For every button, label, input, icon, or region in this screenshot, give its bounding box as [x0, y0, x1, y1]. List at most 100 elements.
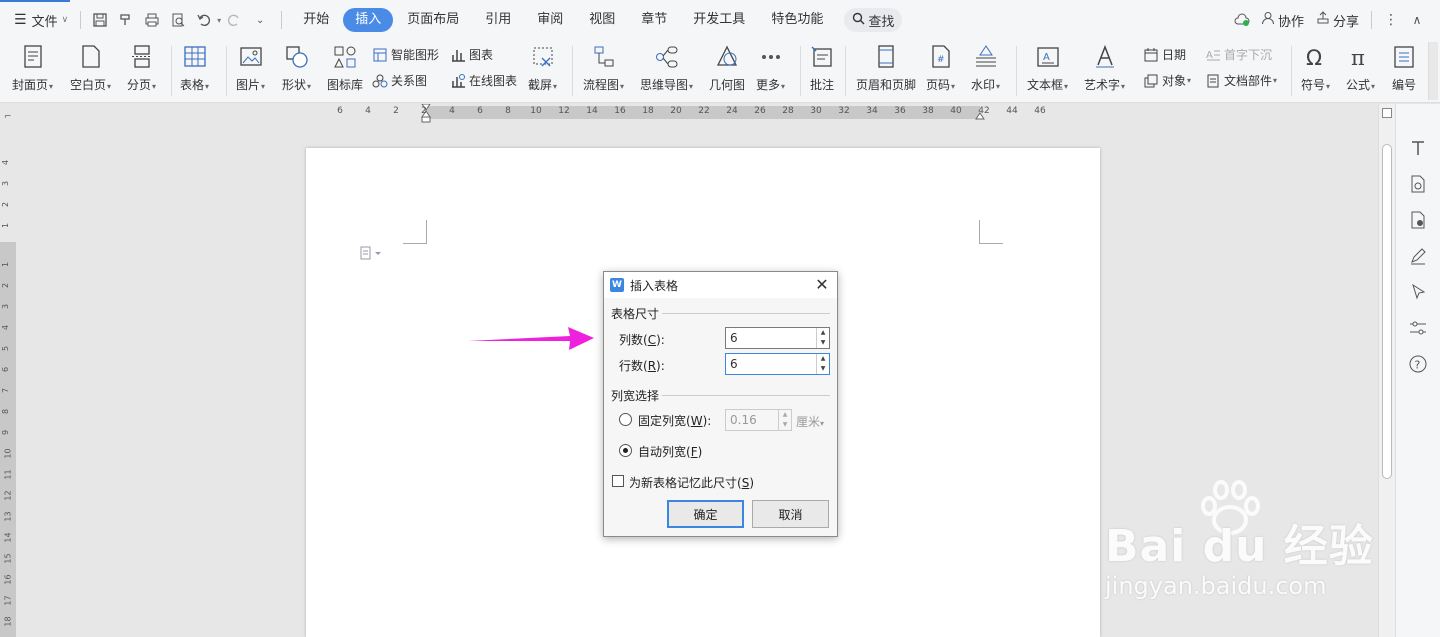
chart-button[interactable]: 图表: [450, 46, 493, 63]
format-painter-icon[interactable]: [117, 11, 135, 29]
share-button[interactable]: 分享: [1310, 0, 1365, 40]
customize-chevron-icon[interactable]: ⌄: [251, 11, 269, 29]
symbol-button[interactable]: Ω 符号▾: [1301, 40, 1330, 93]
pointer-icon[interactable]: [1408, 282, 1428, 302]
fixed-width-spinner[interactable]: ▲▼: [725, 409, 792, 431]
cancel-button[interactable]: 取消: [752, 500, 829, 528]
cloud-sync-icon[interactable]: [1233, 11, 1251, 29]
spin-down-icon[interactable]: ▼: [817, 338, 829, 348]
comment-button[interactable]: 批注: [809, 40, 835, 93]
tab-special[interactable]: 特色功能: [759, 8, 835, 32]
page-break-button[interactable]: 分页▾: [127, 40, 156, 93]
screenshot-button[interactable]: 截屏▾: [528, 40, 557, 93]
save-icon[interactable]: [91, 11, 109, 29]
tab-review[interactable]: 审阅: [525, 8, 575, 32]
tab-insert[interactable]: 插入: [343, 8, 394, 32]
scrollbar-thumb[interactable]: [1382, 144, 1392, 479]
online-chart-button[interactable]: 在线图表: [450, 72, 517, 89]
formula-button[interactable]: π 公式▾: [1346, 40, 1375, 93]
omega-icon: Ω: [1306, 46, 1322, 70]
vertical-ruler[interactable]: 4 3 2 1 1 2 3 4 5 6 7 8 9 10 11 12 13 14 15 16 17 18: [0, 104, 16, 637]
ribbon-scroll-track[interactable]: [1428, 42, 1438, 100]
fixed-width-radio[interactable]: [619, 413, 632, 426]
wordart-button[interactable]: 艺术字▾: [1084, 40, 1125, 93]
calendar-icon: [1144, 47, 1158, 61]
divider: [281, 11, 283, 29]
collab-button[interactable]: 协作: [1255, 0, 1310, 40]
more-button[interactable]: 更多▾: [756, 40, 785, 93]
flowchart-button[interactable]: 流程图▾: [583, 40, 624, 93]
smart-art-button[interactable]: 智能图形: [372, 46, 439, 63]
textbox-label: 文本框: [1027, 78, 1064, 92]
paragraph-layout-icon[interactable]: [360, 246, 384, 262]
width-group-label: 列宽选择: [611, 389, 660, 403]
document-settings-icon[interactable]: [1408, 210, 1428, 230]
more-vertical-icon[interactable]: ⋮: [1382, 11, 1400, 29]
spin-up-icon[interactable]: ▲: [817, 328, 829, 338]
dropcap-button[interactable]: A 首字下沉: [1205, 46, 1272, 63]
rows-spinner[interactable]: ▲▼: [725, 353, 830, 375]
relation-button[interactable]: 关系图: [372, 72, 427, 89]
print-preview-icon[interactable]: [169, 11, 187, 29]
fixed-width-label[interactable]: 固定列宽(W):: [638, 412, 711, 429]
icon-library-button[interactable]: 图标库: [327, 40, 363, 93]
dialog-title-bar[interactable]: W 插入表格 ✕: [604, 272, 837, 298]
object-button[interactable]: 对象 ▾: [1143, 72, 1191, 89]
scroll-top-button[interactable]: [1382, 108, 1392, 118]
comment-label: 批注: [809, 78, 834, 92]
help-icon[interactable]: ?: [1408, 354, 1428, 374]
undo-icon[interactable]: [195, 11, 213, 29]
tab-page-layout[interactable]: 页面布局: [395, 8, 471, 32]
unit-select[interactable]: 厘米▾: [796, 413, 824, 430]
blank-page-button[interactable]: 空白页▾: [70, 40, 111, 93]
horizontal-ruler[interactable]: 6 4 2 2 4 6 8 10 12 14 16 18 20 22 24 26 28 30 32 34 36 38 40 4…: [330, 104, 1085, 123]
geometry-button[interactable]: 几何图: [709, 40, 745, 93]
divider: [171, 46, 172, 96]
page-number-button[interactable]: # 页码▾: [926, 40, 955, 93]
header-footer-button[interactable]: 页眉和页脚: [856, 40, 916, 93]
cols-spinner[interactable]: ▲▼: [725, 327, 830, 349]
textbox-button[interactable]: A 文本框▾: [1027, 40, 1068, 93]
collapse-ribbon-icon[interactable]: ∧: [1408, 11, 1426, 29]
auto-width-label[interactable]: 自动列宽(F): [638, 443, 702, 460]
tab-view[interactable]: 视图: [577, 8, 627, 32]
spin-up-icon[interactable]: ▲: [779, 410, 791, 420]
shape-icon: [285, 46, 308, 68]
spin-down-icon[interactable]: ▼: [817, 364, 829, 374]
close-icon[interactable]: ✕: [813, 276, 831, 294]
tab-developer[interactable]: 开发工具: [681, 8, 757, 32]
shape-button[interactable]: 形状▾: [282, 40, 311, 93]
mindmap-button[interactable]: 思维导图▾: [640, 40, 693, 93]
document-search-icon[interactable]: [1408, 174, 1428, 194]
watermark-icon: [975, 45, 996, 67]
ok-button[interactable]: 确定: [667, 500, 744, 528]
cols-input[interactable]: [726, 328, 816, 348]
auto-width-radio[interactable]: [619, 444, 632, 457]
remember-size-checkbox[interactable]: [612, 475, 624, 487]
numbering-button[interactable]: 编号: [1391, 40, 1417, 93]
pen-icon[interactable]: [1408, 246, 1428, 266]
picture-button[interactable]: 图片▾: [236, 40, 265, 93]
watermark-button[interactable]: 水印▾: [971, 40, 1000, 93]
tab-home[interactable]: 开始: [291, 8, 341, 32]
dialog-title: 插入表格: [630, 278, 679, 293]
redo-icon[interactable]: [225, 11, 243, 29]
cover-page-button[interactable]: 封面页▾: [12, 40, 53, 93]
remember-size-label[interactable]: 为新表格记忆此尺寸(S): [629, 474, 754, 491]
sliders-icon[interactable]: [1408, 318, 1428, 338]
tab-chapter[interactable]: 章节: [629, 8, 679, 32]
spin-down-icon[interactable]: ▼: [779, 420, 791, 430]
spin-up-icon[interactable]: ▲: [817, 354, 829, 364]
table-button[interactable]: 表格▾: [180, 40, 209, 93]
file-menu[interactable]: ☰ 文件 ∨: [0, 0, 74, 40]
rows-input[interactable]: [726, 354, 816, 374]
fixed-width-input[interactable]: [726, 410, 778, 430]
doc-parts-button[interactable]: 文档部件 ▾: [1205, 72, 1277, 89]
search-button[interactable]: 查找: [844, 8, 903, 32]
chevron-down-icon[interactable]: ▾: [217, 16, 221, 25]
date-button[interactable]: 日期: [1143, 46, 1186, 63]
share-icon: [1316, 11, 1330, 29]
tab-references[interactable]: 引用: [473, 8, 523, 32]
print-icon[interactable]: [143, 11, 161, 29]
text-style-icon[interactable]: [1408, 138, 1428, 158]
